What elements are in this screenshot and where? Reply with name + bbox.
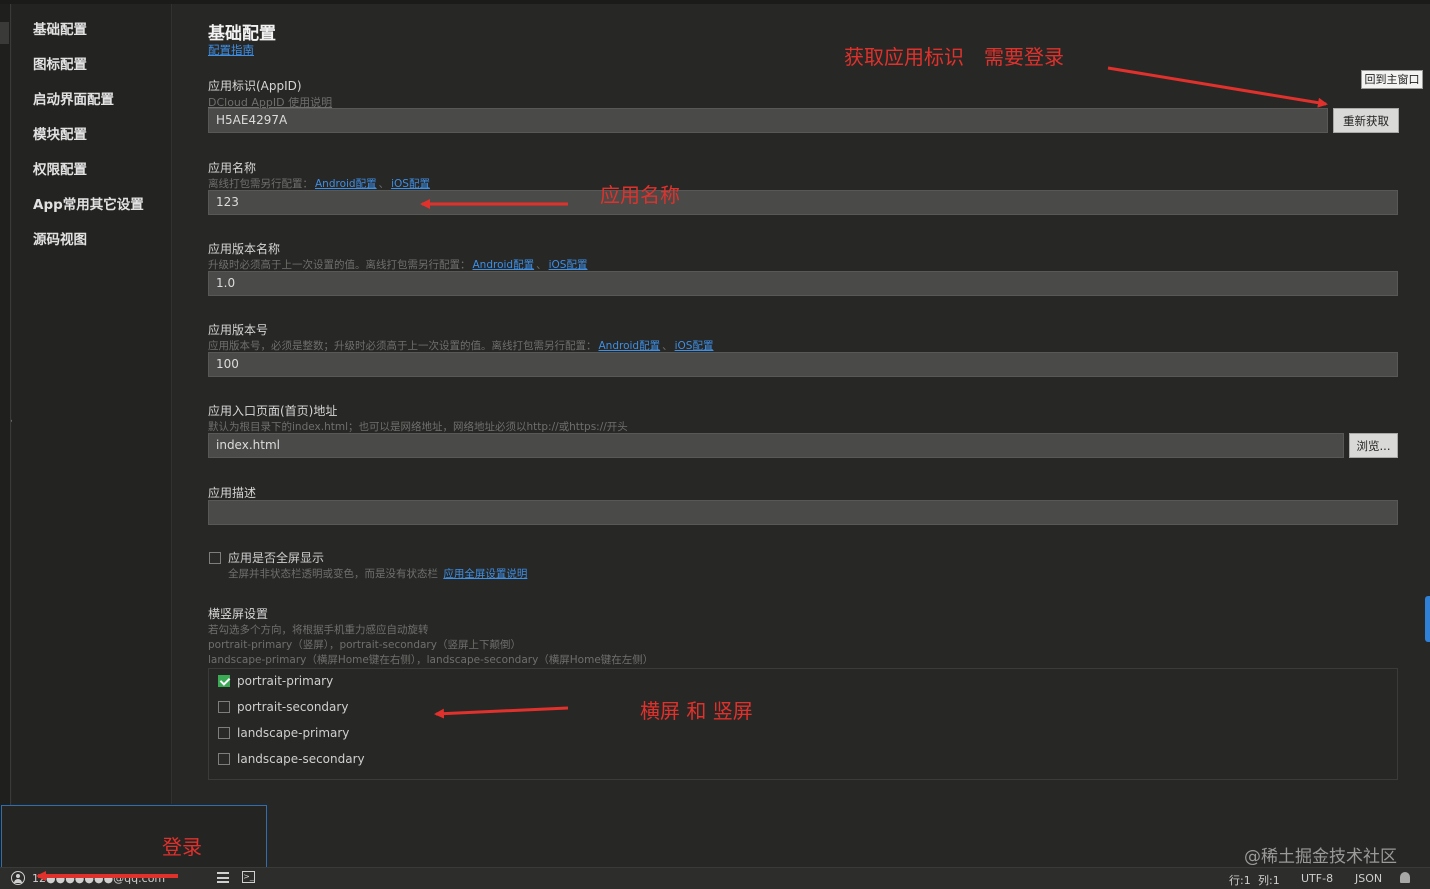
cursor-column[interactable]: 列:1 — [1258, 872, 1280, 888]
app-name-input[interactable]: 123 — [208, 190, 1398, 215]
cursor-line[interactable]: 行:1 — [1229, 872, 1251, 888]
terminal-icon[interactable]: >_ — [242, 871, 255, 883]
browse-button[interactable]: 浏览... — [1349, 433, 1398, 458]
fullscreen-option[interactable]: 应用是否全屏显示 — [209, 549, 324, 566]
scroll-indicator[interactable] — [1425, 596, 1430, 642]
annotation-appid: 获取应用标识 需要登录 — [844, 45, 1064, 69]
account-email[interactable]: 12●●●●●●●@qq.com — [32, 872, 165, 885]
portrait-primary-checkbox[interactable] — [218, 675, 230, 687]
config-sidebar: 基础配置 图标配置 启动界面配置 模块配置 权限配置 App常用其它设置 源码视… — [12, 4, 172, 804]
orientation-label: 横竖屏设置 — [208, 607, 269, 621]
fullscreen-label: 应用是否全屏显示 — [228, 551, 325, 565]
app-name-hint-text: 离线打包需另行配置： — [208, 178, 313, 190]
orientation-option-landscape-secondary[interactable]: landscape-secondary — [218, 752, 365, 766]
annotation-login: 登录 — [162, 835, 202, 859]
version-name-label: 应用版本名称 — [208, 242, 281, 256]
config-panel: 基础配置 配置指南 应用标识(AppID) DCloud AppID 使用说明 … — [173, 4, 1430, 867]
annotation-orientation: 横屏 和 竖屏 — [640, 699, 753, 723]
orientation-option-portrait-secondary[interactable]: portrait-secondary — [218, 700, 348, 714]
appid-label: 应用标识(AppID) — [208, 79, 302, 93]
sidebar-item-basic[interactable]: 基础配置 — [33, 18, 87, 38]
sidebar-item-source-view[interactable]: 源码视图 — [33, 228, 87, 248]
sidebar-item-modules[interactable]: 模块配置 — [33, 123, 87, 143]
version-code-android-link[interactable]: Android配置 — [599, 340, 661, 352]
activity-marker — [0, 22, 9, 44]
fullscreen-help-link[interactable]: 应用全屏设置说明 — [443, 568, 527, 580]
sidebar-item-app-other[interactable]: App常用其它设置 — [33, 193, 144, 213]
version-code-input[interactable]: 100 — [208, 352, 1398, 377]
version-name-hint-text: 升级时必须高于上一次设置的值。离线打包需另行配置： — [208, 259, 471, 271]
orientation-options-box — [208, 668, 1398, 780]
version-name-ios-link[interactable]: iOS配置 — [549, 259, 588, 271]
entry-page-label: 应用入口页面(首页)地址 — [208, 404, 338, 418]
list-icon[interactable] — [217, 872, 229, 883]
orientation-hint-1: 若勾选多个方向，将根据手机重力感应自动旋转 — [208, 624, 429, 636]
orientation-option-landscape-primary[interactable]: landscape-primary — [218, 726, 349, 740]
app-name-ios-link[interactable]: iOS配置 — [391, 178, 430, 190]
page-title: 基础配置 — [208, 24, 276, 44]
description-label: 应用描述 — [208, 486, 257, 500]
version-code-hint-text: 应用版本号，必须是整数；升级时必须高于上一次设置的值。离线打包需另行配置： — [208, 340, 597, 352]
bell-icon[interactable] — [1400, 872, 1410, 883]
fullscreen-checkbox[interactable] — [209, 552, 221, 564]
version-name-input[interactable]: 1.0 — [208, 271, 1398, 296]
orientation-hint-2: portrait-primary（竖屏），portrait-secondary（… — [208, 639, 521, 651]
back-to-main-window-button[interactable]: 回到主窗口 — [1361, 70, 1423, 89]
app-name-hint-sep: 、 — [378, 178, 390, 190]
portrait-secondary-label: portrait-secondary — [237, 700, 349, 714]
entry-page-input[interactable]: index.html — [208, 433, 1344, 458]
version-code-label: 应用版本号 — [208, 323, 269, 337]
version-name-hint-sep: 、 — [536, 259, 547, 271]
landscape-secondary-checkbox[interactable] — [218, 753, 230, 765]
sidebar-item-permissions[interactable]: 权限配置 — [33, 158, 87, 178]
fullscreen-hint: 全屏并非状态栏透明或变色，而是没有状态栏 应用全屏设置说明 — [228, 566, 529, 581]
language-indicator[interactable]: JSON — [1355, 872, 1382, 885]
version-code-hint: 应用版本号，必须是整数；升级时必须高于上一次设置的值。离线打包需另行配置： And… — [208, 338, 715, 353]
version-code-ios-link[interactable]: iOS配置 — [675, 340, 714, 352]
app-name-label: 应用名称 — [208, 161, 257, 175]
version-name-hint: 升级时必须高于上一次设置的值。离线打包需另行配置： Android配置、 iOS配置 — [208, 257, 589, 272]
description-input[interactable] — [208, 500, 1398, 525]
encoding-indicator[interactable]: UTF-8 — [1301, 872, 1333, 885]
portrait-secondary-checkbox[interactable] — [218, 701, 230, 713]
status-bar: 12●●●●●●●@qq.com >_ 行:1 列:1 UTF-8 JSON — [0, 867, 1430, 889]
portrait-primary-label: portrait-primary — [237, 674, 334, 688]
watermark: @稀土掘金技术社区 — [1244, 847, 1397, 867]
app-name-hint: 离线打包需另行配置： Android配置、 iOS配置 — [208, 176, 432, 191]
landscape-secondary-label: landscape-secondary — [237, 752, 365, 766]
version-name-android-link[interactable]: Android配置 — [473, 259, 535, 271]
entry-page-hint: 默认为根目录下的index.html；也可以是网络地址，网络地址必须以http:… — [208, 421, 628, 433]
app-name-android-link[interactable]: Android配置 — [315, 178, 377, 190]
sidebar-item-icon[interactable]: 图标配置 — [33, 53, 87, 73]
version-code-hint-sep: 、 — [662, 340, 673, 352]
sidebar-item-splash[interactable]: 启动界面配置 — [33, 88, 114, 108]
orientation-option-portrait-primary[interactable]: portrait-primary — [218, 674, 333, 688]
config-guide-link[interactable]: 配置指南 — [208, 42, 254, 58]
refetch-appid-button[interactable]: 重新获取 — [1333, 108, 1399, 133]
orientation-hint-3: landscape-primary（横屏Home键在右侧），landscape-… — [208, 654, 654, 666]
user-icon[interactable] — [11, 871, 25, 885]
annotation-app-name: 应用名称 — [600, 183, 680, 207]
fullscreen-hint-text: 全屏并非状态栏透明或变色，而是没有状态栏 — [228, 568, 438, 580]
landscape-primary-checkbox[interactable] — [218, 727, 230, 739]
activity-strip — [0, 4, 11, 867]
landscape-primary-label: landscape-primary — [237, 726, 350, 740]
appid-input[interactable]: H5AE4297A — [208, 108, 1328, 133]
